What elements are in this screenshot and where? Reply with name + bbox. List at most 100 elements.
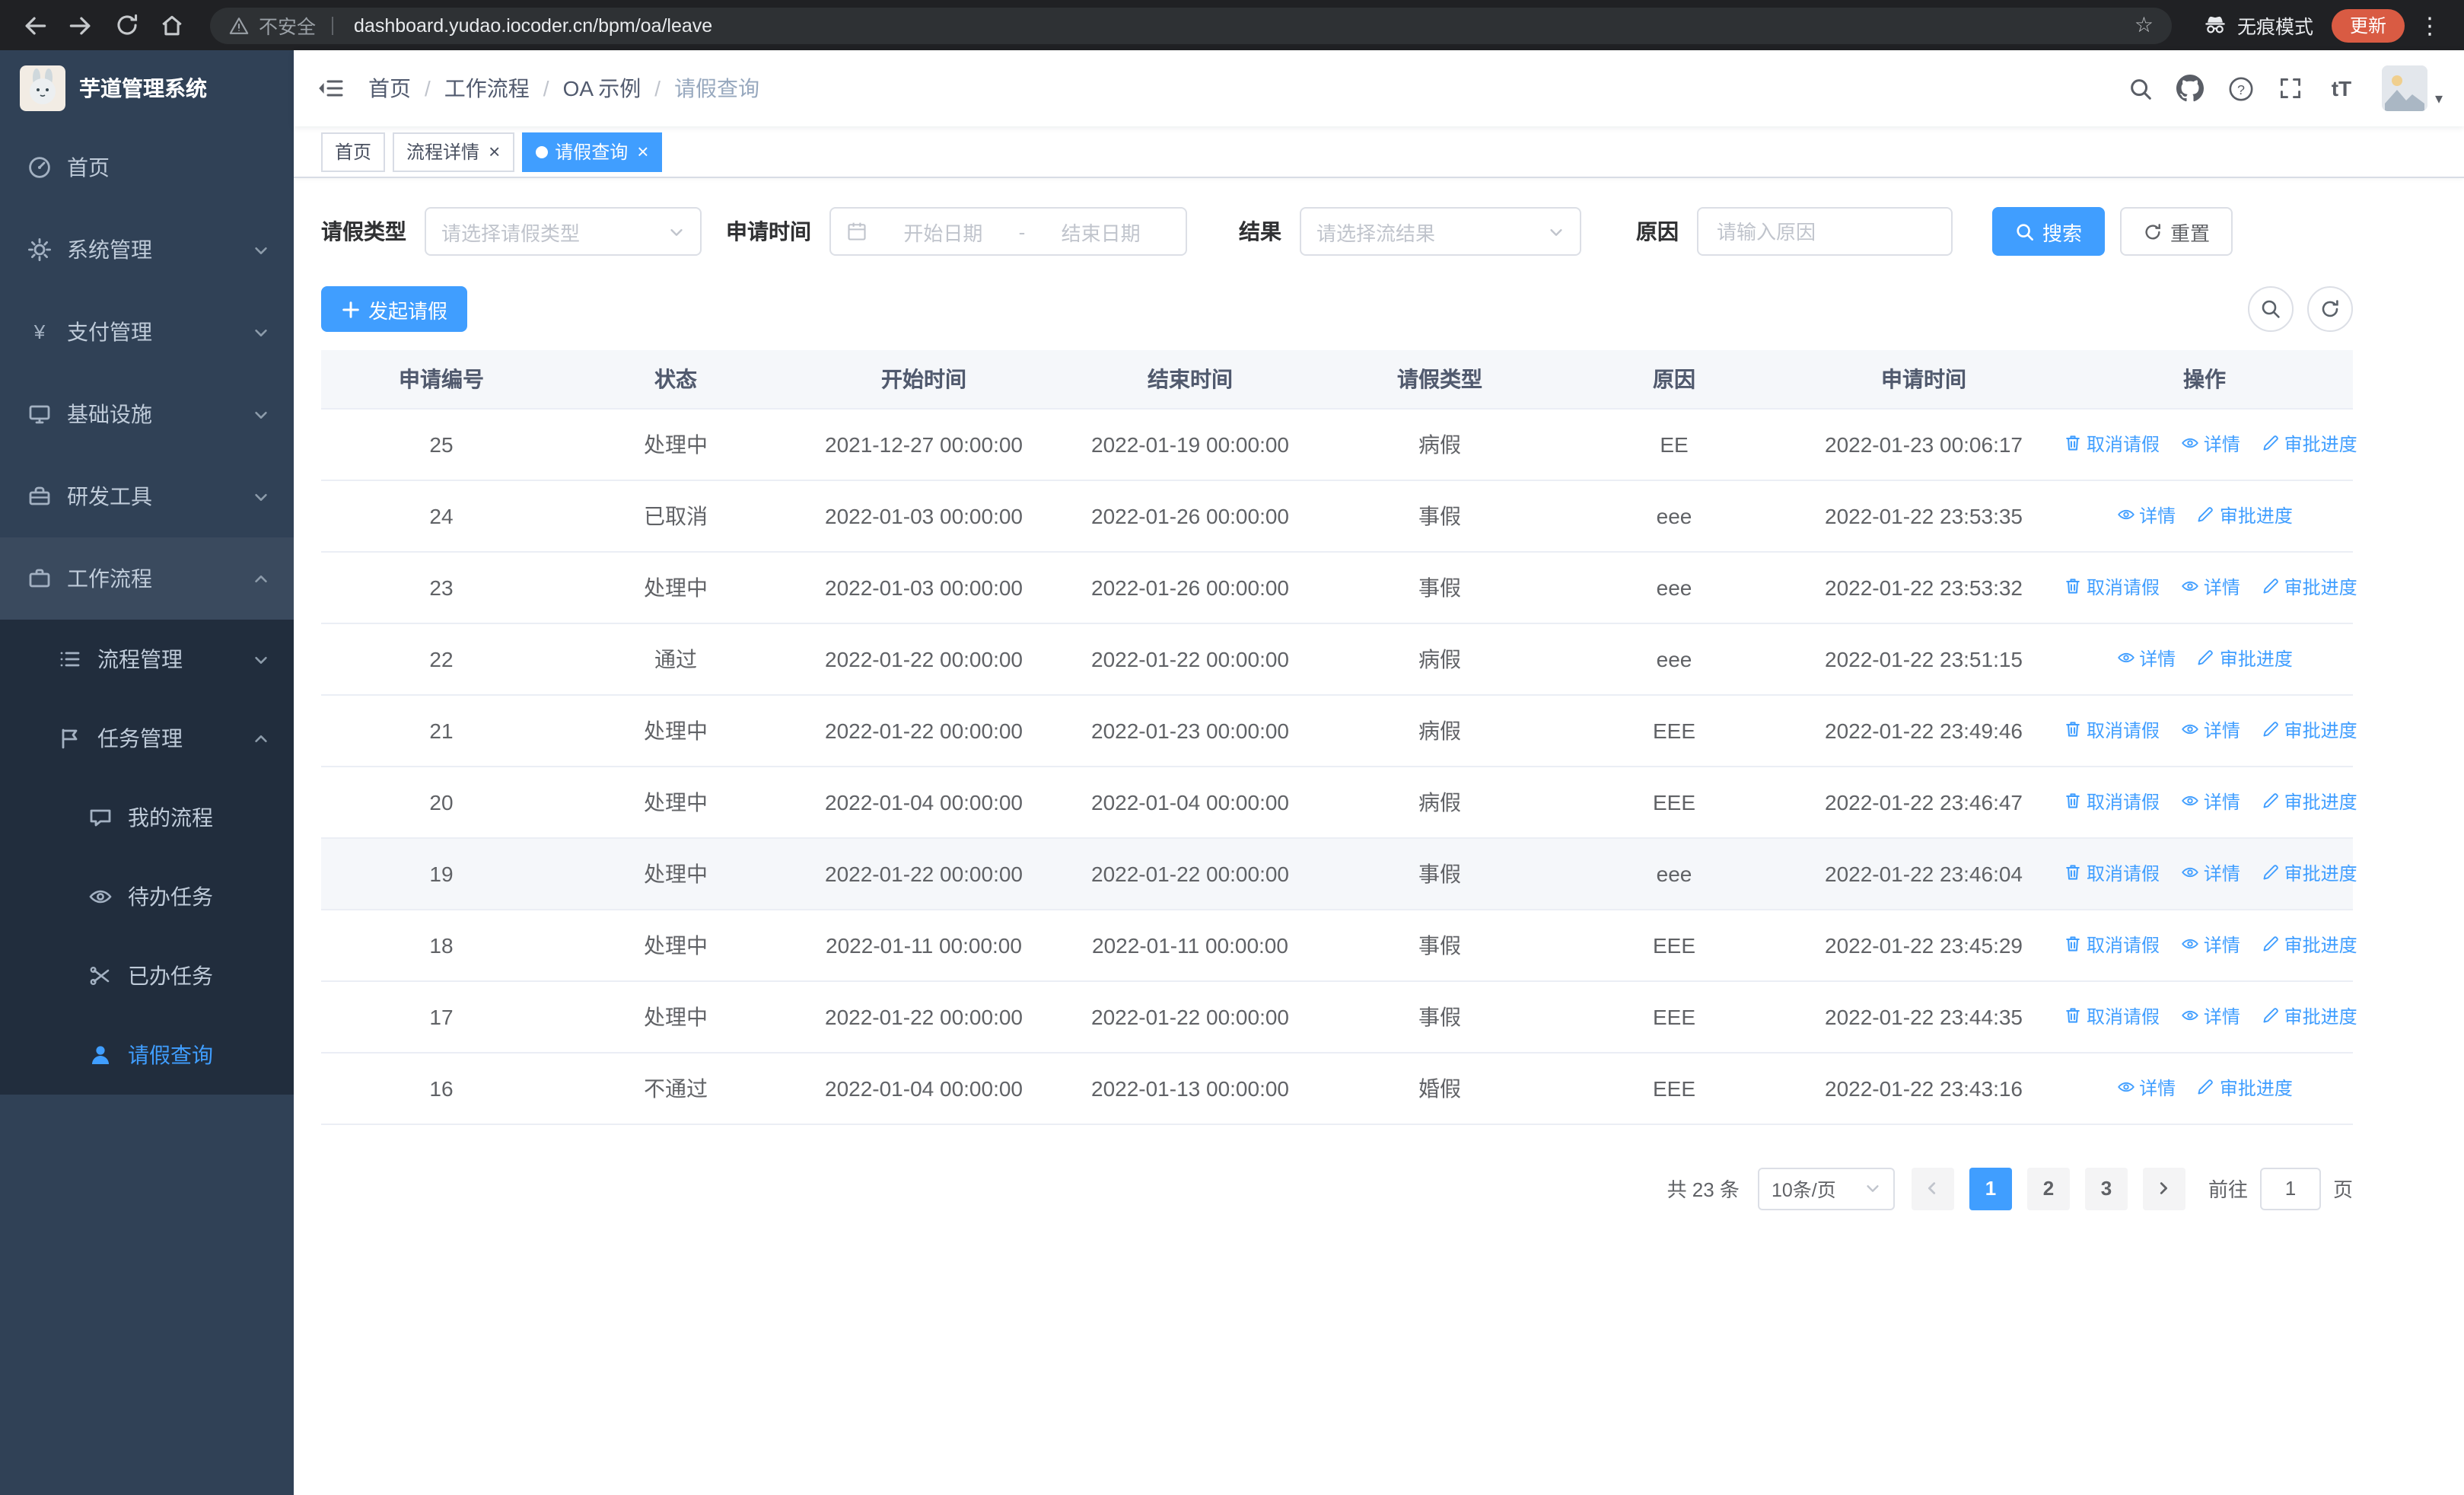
filter-form: 请假类型 请选择请假类型 申请时间 开始日期 - 结束日期 结果 请选择流结果 … — [321, 207, 2437, 256]
cell-start-time: 2022-01-04 00:00:00 — [790, 1052, 1058, 1124]
detail-link[interactable]: 详情 — [2181, 574, 2240, 600]
approval-progress-link[interactable]: 审批进度 — [2262, 717, 2357, 743]
incognito-label: 无痕模式 — [2236, 17, 2313, 38]
sidebar-item-task-management[interactable]: 任务管理 — [0, 699, 294, 778]
cancel-leave-link[interactable]: 取消请假 — [2064, 1003, 2160, 1029]
page-button-3[interactable]: 3 — [2084, 1167, 2128, 1210]
help-icon[interactable]: ? — [2216, 50, 2266, 126]
detail-link[interactable]: 详情 — [2181, 431, 2240, 457]
detail-link[interactable]: 详情 — [2181, 860, 2240, 886]
fullscreen-icon[interactable] — [2266, 50, 2316, 126]
app-logo[interactable]: 芋道管理系统 — [0, 50, 294, 126]
page-button-1[interactable]: 1 — [1969, 1167, 2012, 1210]
sidebar-item-home[interactable]: 首页 — [0, 126, 294, 209]
next-page-button[interactable] — [2142, 1167, 2185, 1210]
approval-progress-link[interactable]: 审批进度 — [2197, 502, 2293, 528]
create-leave-button[interactable]: 发起请假 — [321, 286, 468, 332]
bookmark-star-icon[interactable]: ☆ — [2135, 12, 2154, 38]
result-select[interactable]: 请选择流结果 — [1300, 207, 1581, 256]
cancel-leave-link[interactable]: 取消请假 — [2064, 860, 2160, 886]
leave-type-select[interactable]: 请选择请假类型 — [425, 207, 702, 256]
font-size-icon[interactable]: tT — [2316, 50, 2367, 126]
cell-start-time: 2022-01-22 00:00:00 — [790, 694, 1058, 767]
detail-link[interactable]: 详情 — [2116, 502, 2176, 528]
approval-progress-link[interactable]: 审批进度 — [2262, 574, 2357, 600]
tab-home[interactable]: 首页 — [321, 132, 386, 171]
start-date-placeholder: 开始日期 — [903, 222, 983, 244]
sidebar-item-infrastructure[interactable]: 基础设施 — [0, 373, 294, 455]
cell-apply-time: 2022-01-22 23:43:16 — [1791, 1052, 2056, 1124]
sidebar-item-done-tasks[interactable]: 已办任务 — [0, 936, 294, 1015]
approval-progress-link[interactable]: 审批进度 — [2262, 789, 2357, 814]
breadcrumb-oa-example[interactable]: OA 示例 — [563, 73, 641, 104]
approval-progress-link[interactable]: 审批进度 — [2197, 1075, 2293, 1101]
cell-status: 处理中 — [562, 694, 790, 767]
refresh-table-icon[interactable] — [2307, 286, 2353, 332]
detail-link[interactable]: 详情 — [2181, 1003, 2240, 1029]
goto-page-input[interactable] — [2259, 1167, 2321, 1210]
address-bar[interactable]: 不安全 dashboard.yudao.iocoder.cn/bpm/oa/le… — [210, 7, 2172, 43]
cell-end-time: 2022-01-04 00:00:00 — [1058, 766, 1323, 838]
cell-apply-time: 2022-01-22 23:53:32 — [1791, 551, 2056, 623]
search-icon[interactable] — [2115, 50, 2166, 126]
approval-progress-link[interactable]: 审批进度 — [2262, 431, 2357, 457]
sidebar-item-system-management[interactable]: 系统管理 — [0, 209, 294, 291]
svg-text:?: ? — [2237, 81, 2245, 97]
cancel-leave-link[interactable]: 取消请假 — [2064, 574, 2160, 600]
back-button[interactable] — [15, 5, 55, 45]
col-end-time: 结束时间 — [1058, 350, 1323, 409]
reload-button[interactable] — [107, 5, 146, 45]
cell-leave-type: 事假 — [1323, 551, 1557, 623]
sidebar-item-my-process[interactable]: 我的流程 — [0, 778, 294, 857]
sidebar-item-process-management[interactable]: 流程管理 — [0, 620, 294, 699]
cancel-leave-link[interactable]: 取消请假 — [2064, 789, 2160, 814]
cancel-leave-link[interactable]: 取消请假 — [2064, 932, 2160, 958]
cell-end-time: 2022-01-23 00:00:00 — [1058, 694, 1323, 767]
sidebar-item-leave-query[interactable]: 请假查询 — [0, 1015, 294, 1095]
approval-progress-link[interactable]: 审批进度 — [2262, 1003, 2357, 1029]
tab-process-detail[interactable]: 流程详情 × — [393, 132, 514, 171]
chevron-down-icon — [668, 223, 685, 240]
prev-page-button[interactable] — [1911, 1167, 1954, 1210]
cancel-leave-link[interactable]: 取消请假 — [2064, 431, 2160, 457]
cell-apply-id: 20 — [321, 766, 562, 838]
detail-link[interactable]: 详情 — [2181, 789, 2240, 814]
detail-link[interactable]: 详情 — [2116, 1075, 2176, 1101]
leave-table: 申请编号 状态 开始时间 结束时间 请假类型 原因 申请时间 操作 25 处理中… — [321, 350, 2357, 1124]
sidebar-item-dev-tools[interactable]: 研发工具 — [0, 455, 294, 537]
sidebar-item-payment-management[interactable]: ¥ 支付管理 — [0, 291, 294, 373]
cell-actions: 取消请假 详情 审批进度 — [2056, 408, 2357, 480]
search-button[interactable]: 搜索 — [1992, 207, 2106, 256]
page-size-select[interactable]: 10条/页 — [1757, 1167, 1895, 1210]
user-menu[interactable]: ▾ — [2367, 50, 2452, 126]
apply-time-range-picker[interactable]: 开始日期 - 结束日期 — [829, 207, 1187, 256]
update-button[interactable]: 更新 — [2331, 8, 2405, 42]
calendar-icon — [846, 221, 867, 242]
reason-input[interactable] — [1698, 209, 1951, 254]
reason-label: 原因 — [1636, 219, 1679, 244]
sidebar-fold-icon[interactable] — [294, 50, 367, 126]
breadcrumb-home[interactable]: 首页 — [368, 73, 411, 104]
kebab-menu-icon[interactable]: ⋮ — [2411, 11, 2449, 39]
tab-leave-query[interactable]: 请假查询 × — [521, 132, 663, 171]
sidebar-item-workflow[interactable]: 工作流程 — [0, 537, 294, 620]
close-icon[interactable]: × — [637, 142, 648, 161]
approval-progress-link[interactable]: 审批进度 — [2262, 860, 2357, 886]
detail-link[interactable]: 详情 — [2181, 717, 2240, 743]
sidebar-item-todo-tasks[interactable]: 待办任务 — [0, 857, 294, 936]
page-button-2[interactable]: 2 — [2026, 1167, 2070, 1210]
home-button[interactable] — [152, 5, 192, 45]
cell-leave-type: 病假 — [1323, 694, 1557, 767]
forward-button[interactable] — [61, 5, 100, 45]
detail-link[interactable]: 详情 — [2116, 645, 2176, 671]
approval-progress-link[interactable]: 审批进度 — [2197, 645, 2293, 671]
reset-button[interactable]: 重置 — [2120, 207, 2233, 256]
toggle-search-icon[interactable] — [2248, 286, 2294, 332]
approval-progress-link[interactable]: 审批进度 — [2262, 932, 2357, 958]
github-icon[interactable] — [2166, 50, 2216, 126]
cancel-leave-link[interactable]: 取消请假 — [2064, 717, 2160, 743]
breadcrumb-workflow[interactable]: 工作流程 — [444, 73, 530, 104]
detail-link[interactable]: 详情 — [2181, 932, 2240, 958]
cell-leave-type: 病假 — [1323, 408, 1557, 480]
close-icon[interactable]: × — [489, 142, 500, 161]
